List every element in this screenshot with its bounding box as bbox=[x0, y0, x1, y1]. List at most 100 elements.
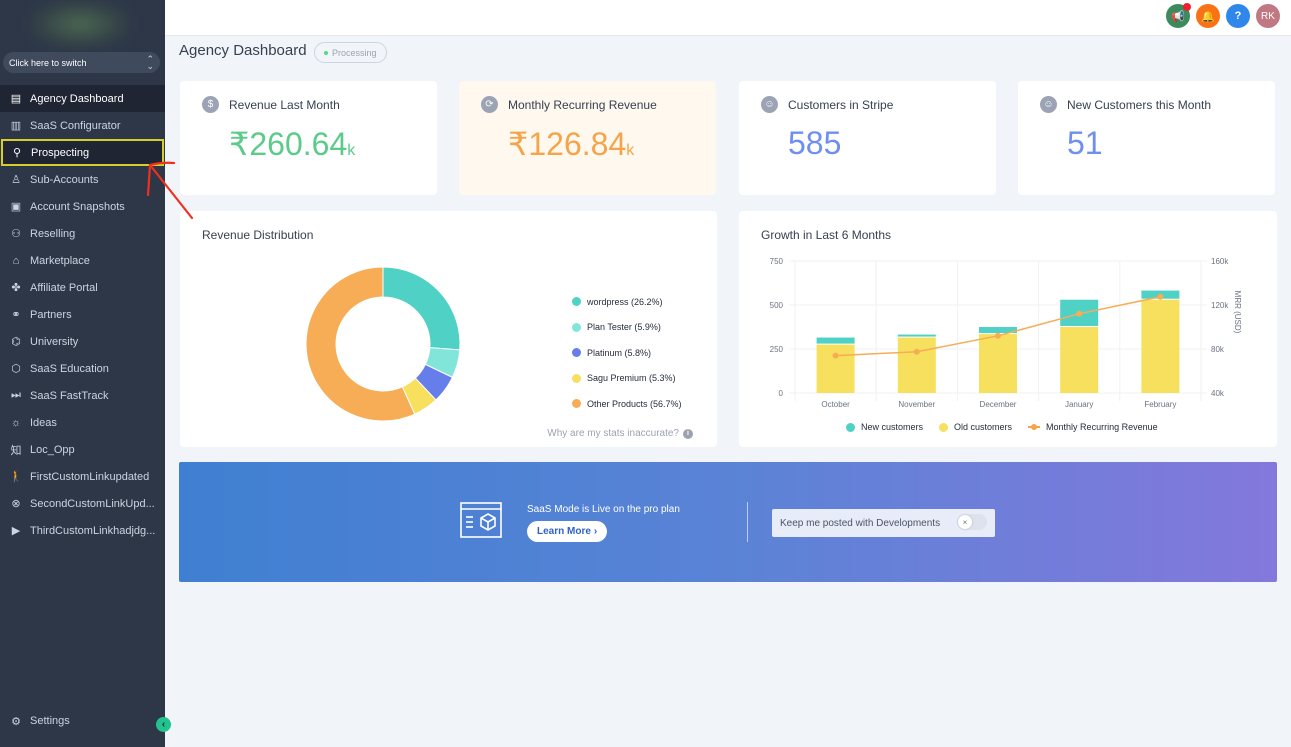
legend-swatch-line bbox=[1028, 424, 1041, 430]
users-group-icon: ✤ bbox=[11, 282, 21, 294]
bell-icon: 🔔 bbox=[1201, 10, 1215, 23]
revenue-distribution-card: Revenue Distribution wordpress (26.2%) Pl… bbox=[180, 211, 717, 447]
stat-card-header: $ Revenue Last Month bbox=[202, 96, 340, 113]
sidebar-item-label: University bbox=[30, 335, 79, 348]
switcher-label: Click here to switch bbox=[9, 57, 87, 68]
toggle-knob: × bbox=[958, 515, 972, 529]
fast-forward-icon: ⏭ bbox=[11, 389, 21, 401]
avatar[interactable]: RK bbox=[1256, 4, 1280, 28]
y-tick-label: 0 bbox=[779, 389, 784, 398]
legend-label: Monthly Recurring Revenue bbox=[1046, 422, 1158, 432]
bar-new-customers[interactable] bbox=[816, 337, 855, 344]
sidebar-nav: ▤ Agency Dashboard ▥ SaaS Configurator ⚲ Pros… bbox=[0, 85, 165, 544]
legend-swatch bbox=[572, 373, 581, 383]
stat-number: ₹260.64 bbox=[229, 126, 348, 162]
lightbulb-icon: ☼ bbox=[10, 416, 22, 429]
sidebar-item-label: Sub-Accounts bbox=[30, 173, 99, 186]
stat-card-new-customers-this-month: ☺ New Customers this Month 51 bbox=[1018, 81, 1275, 195]
legend-label: Platinum (5.8%) bbox=[587, 347, 652, 358]
sidebar-item-agency-dashboard[interactable]: ▤ Agency Dashboard bbox=[0, 85, 165, 112]
donut-slice-wordpress[interactable] bbox=[382, 266, 461, 351]
stats-inaccurate-link[interactable]: Why are my stats inaccurate? i bbox=[547, 428, 693, 439]
sidebar-item-saas-configurator[interactable]: ▥ SaaS Configurator bbox=[0, 112, 165, 139]
legend-swatch bbox=[572, 348, 581, 358]
sidebar-item-saas-fasttrack[interactable]: ⏭ SaaS FastTrack bbox=[0, 382, 165, 409]
mrr-point[interactable] bbox=[832, 352, 839, 359]
banner-message: SaaS Mode is Live on the pro plan bbox=[527, 504, 680, 515]
mrr-point[interactable] bbox=[1157, 293, 1164, 300]
stat-label: Customers in Stripe bbox=[788, 97, 894, 112]
donut-legend: wordpress (26.2%) Plan Tester (5.9%) Plati… bbox=[572, 289, 682, 417]
stat-value: ₹260.64k bbox=[229, 125, 355, 163]
sidebar-item-label: SecondCustomLinkUpd... bbox=[30, 497, 155, 510]
sidebar-item-firstcustomlinkupdated[interactable]: 🚶 FirstCustomLinkupdated bbox=[0, 463, 165, 490]
mrr-point[interactable] bbox=[913, 348, 920, 355]
legend-label: Old customers bbox=[954, 422, 1013, 432]
status-badge: Processing bbox=[314, 42, 387, 63]
cube-icon: ⬡ bbox=[11, 363, 21, 375]
sidebar-item-label: SaaS Education bbox=[30, 362, 109, 375]
legend-item[interactable]: Other Products (56.7%) bbox=[572, 391, 682, 417]
sidebar-item-university[interactable]: ⌬ University bbox=[0, 328, 165, 355]
chevron-left-icon: ‹ bbox=[161, 719, 166, 730]
x-tick-label: February bbox=[1144, 400, 1176, 409]
saas-mode-banner: SaaS Mode is Live on the pro plan Learn … bbox=[179, 462, 1277, 582]
stat-value: ₹126.84k bbox=[508, 125, 634, 163]
sidebar-item-loc-opp[interactable]: 知 Loc_Opp bbox=[0, 436, 165, 463]
sidebar-item-marketplace[interactable]: ⌂ Marketplace bbox=[0, 247, 165, 274]
sidebar-item-settings[interactable]: ⚙ Settings bbox=[9, 714, 70, 728]
collapse-sidebar-button[interactable]: ‹ bbox=[156, 717, 171, 732]
mrr-point[interactable] bbox=[995, 332, 1001, 339]
legend-label: Other Products (56.7%) bbox=[587, 398, 682, 409]
bar-old-customers[interactable] bbox=[979, 334, 1017, 393]
help-button[interactable]: ? bbox=[1226, 4, 1250, 28]
bar-old-customers[interactable] bbox=[897, 337, 936, 393]
legend-item[interactable]: New customers bbox=[846, 422, 923, 432]
walking-person-icon: 🚶 bbox=[9, 471, 23, 483]
bar-old-customers[interactable] bbox=[1060, 327, 1099, 393]
bar-old-customers[interactable] bbox=[1141, 299, 1180, 393]
legend-item[interactable]: Plan Tester (5.9%) bbox=[572, 315, 682, 341]
sidebar-item-secondcustomlinkupd[interactable]: ⊗ SecondCustomLinkUpd... bbox=[0, 490, 165, 517]
bar-new-customers[interactable] bbox=[897, 334, 936, 337]
handshake-icon: ⚭ bbox=[11, 309, 21, 321]
hierarchy-icon: ⚇ bbox=[11, 228, 21, 240]
saas-cube-icon bbox=[460, 502, 502, 543]
dashboard-icon: ▤ bbox=[10, 93, 22, 105]
sidebar-item-label: Reselling bbox=[30, 227, 76, 240]
refresh-icon: ⟳ bbox=[481, 96, 498, 113]
stat-card-header: ☺ New Customers this Month bbox=[1040, 96, 1211, 113]
sidebar-item-saas-education[interactable]: ⬡ SaaS Education bbox=[0, 355, 165, 382]
y-tick-label: 500 bbox=[770, 301, 784, 310]
notifications-button[interactable]: 🔔 bbox=[1196, 4, 1220, 28]
stat-number: 585 bbox=[788, 125, 842, 161]
x-tick-label: November bbox=[898, 400, 935, 409]
y2-tick-label: 120k bbox=[1211, 301, 1229, 310]
announcement-button[interactable]: 📢 bbox=[1166, 3, 1191, 28]
stat-label: Monthly Recurring Revenue bbox=[508, 97, 657, 112]
graduation-cap-icon: ⌬ bbox=[11, 336, 21, 348]
learn-more-button[interactable]: Learn More › bbox=[527, 521, 608, 542]
bar-old-customers[interactable] bbox=[816, 344, 855, 393]
legend-item[interactable]: Sagu Premium (5.3%) bbox=[572, 366, 682, 392]
sidebar-item-label: SaaS FastTrack bbox=[30, 389, 109, 402]
annotation-arrow bbox=[146, 161, 194, 220]
sidebar-item-ideas[interactable]: ☼ Ideas bbox=[0, 409, 165, 436]
user-icon: ♙ bbox=[11, 174, 21, 186]
legend-item[interactable]: wordpress (26.2%) bbox=[572, 289, 682, 315]
sidebar-item-label: Agency Dashboard bbox=[30, 92, 124, 105]
legend-swatch bbox=[572, 399, 581, 409]
agency-logo[interactable] bbox=[30, 0, 130, 48]
account-switcher[interactable]: Click here to switch ⌃ ⌄ bbox=[3, 52, 160, 73]
youtube-icon: ▶ bbox=[11, 525, 21, 537]
legend-item[interactable]: Platinum (5.8%) bbox=[572, 340, 682, 366]
sidebar-item-partners[interactable]: ⚭ Partners bbox=[0, 301, 165, 328]
mrr-point[interactable] bbox=[1076, 310, 1083, 317]
legend-item[interactable]: Monthly Recurring Revenue bbox=[1028, 422, 1158, 432]
growth-chart: 0 40k 250 80k 500 120k 750 160k MRR (USD) October… bbox=[770, 257, 1242, 409]
sidebar-item-thirdcustomlinkhadjdg[interactable]: ▶ ThirdCustomLinkhadjdg... bbox=[0, 517, 165, 544]
legend-item[interactable]: Old customers bbox=[939, 422, 1012, 432]
sidebar-item-affiliate-portal[interactable]: ✤ Affiliate Portal bbox=[0, 274, 165, 301]
keep-posted-toggle[interactable]: × bbox=[957, 514, 987, 530]
y-tick-label: 250 bbox=[770, 345, 784, 354]
